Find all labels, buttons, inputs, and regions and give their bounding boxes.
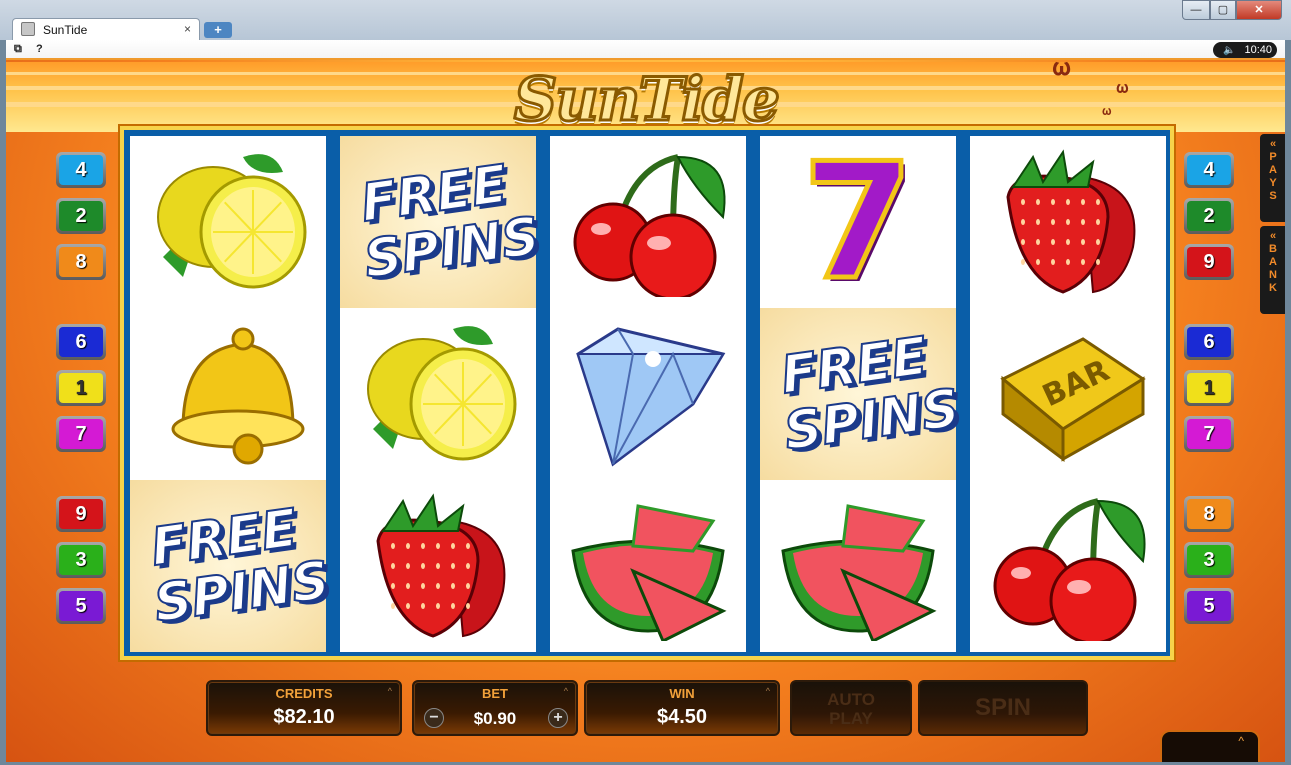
cherry-symbol [550, 136, 746, 308]
credits-panel[interactable]: CREDITS ^ $82.10 [206, 680, 402, 736]
browser-chrome: SunTide × + — ▢ ✕ [0, 0, 1291, 40]
win-value: $4.50 [656, 706, 708, 728]
menu-icon[interactable]: ⧉ [14, 43, 22, 56]
app-favicon-icon [21, 22, 35, 36]
payline-number: 3 [59, 545, 103, 575]
payline-number: 1 [59, 373, 103, 403]
free-spins-symbol: FREE SPINS [130, 480, 334, 652]
strawberry-symbol [970, 136, 1166, 308]
payline-button[interactable]: 6 [56, 324, 106, 360]
payline-button[interactable]: 4 [56, 152, 106, 188]
free-spins-symbol: FREE SPINS [760, 308, 964, 480]
payline-button[interactable]: 8 [1184, 496, 1234, 532]
free-spins-symbol: FREE SPINS [340, 136, 544, 308]
bank-tab[interactable]: « B A N K [1260, 226, 1285, 314]
payline-button[interactable]: 9 [1184, 244, 1234, 280]
credits-label: CREDITS [275, 686, 333, 701]
bar-symbol: BAR [970, 308, 1166, 480]
payline-number: 7 [59, 419, 103, 449]
payline-button[interactable]: 2 [56, 198, 106, 234]
payline-number: 6 [59, 327, 103, 357]
diamond-symbol [550, 308, 746, 480]
reel: 7 FREE SPINS [760, 128, 964, 652]
watermelon-symbol [550, 480, 746, 652]
payline-button[interactable]: 4 [1184, 152, 1234, 188]
clock-time: 10:40 [1244, 44, 1273, 56]
browser-tab[interactable]: SunTide × [12, 18, 200, 40]
payline-number: 1 [1187, 373, 1231, 403]
pays-tab-label: « P A Y S [1269, 138, 1277, 202]
chevron-up-icon[interactable]: ^ [388, 686, 392, 696]
payline-number: 9 [1187, 247, 1231, 277]
payline-button[interactable]: 2 [1184, 198, 1234, 234]
help-icon[interactable]: ? [36, 43, 43, 55]
payline-button[interactable]: 7 [1184, 416, 1234, 452]
autoplay-button[interactable]: AUTO PLAY [790, 680, 912, 736]
chevron-up-icon[interactable]: ^ [766, 686, 770, 696]
payline-button[interactable]: 8 [56, 244, 106, 280]
credits-value: $82.10 [273, 706, 335, 728]
bird-icon: 𝛚 [1052, 54, 1072, 81]
payline-number: 5 [1187, 591, 1231, 621]
payline-number: 9 [59, 499, 103, 529]
tab-close-icon[interactable]: × [184, 22, 191, 36]
payline-button[interactable]: 3 [56, 542, 106, 578]
payline-button[interactable]: 6 [1184, 324, 1234, 360]
payline-number: 3 [1187, 545, 1231, 575]
speaker-icon[interactable]: 🔈 [1223, 45, 1235, 56]
reel: FREE SPINS [130, 136, 334, 652]
watermelon-symbol [760, 480, 956, 652]
new-tab-button[interactable]: + [204, 22, 232, 38]
win-label: WIN [669, 686, 695, 701]
payline-number: 4 [59, 155, 103, 185]
cherry-symbol [970, 480, 1166, 652]
seven-symbol: 7 [800, 128, 916, 315]
lemon-symbol [130, 136, 326, 308]
win-panel: WIN ^ $4.50 [584, 680, 780, 736]
game-top-bar: ⧉ ? 🔈 10:40 [6, 40, 1285, 60]
clock-badge: 🔈 10:40 [1213, 42, 1277, 58]
bet-plus-button[interactable]: + [548, 708, 568, 728]
payline-button[interactable]: 7 [56, 416, 106, 452]
reel: BAR [970, 136, 1166, 652]
payline-number: 5 [59, 591, 103, 621]
maximize-button[interactable]: ▢ [1210, 0, 1236, 20]
bell-symbol [130, 308, 326, 480]
pays-tab[interactable]: « P A Y S [1260, 134, 1285, 222]
lemon-symbol [340, 308, 536, 480]
reel [550, 136, 746, 652]
bird-icon: 𝛚 [1102, 104, 1112, 118]
payline-button[interactable]: 3 [1184, 542, 1234, 578]
payline-button[interactable]: 1 [1184, 370, 1234, 406]
payline-number: 2 [1187, 201, 1231, 231]
close-window-button[interactable]: ✕ [1236, 0, 1282, 20]
payline-button[interactable]: 5 [56, 588, 106, 624]
chevron-up-icon: ^ [1238, 734, 1244, 748]
payline-number: 4 [1187, 155, 1231, 185]
reel-frame: FREE SPINS FREE SPINS 7 FREE SPINS BAR [120, 126, 1174, 660]
payline-number: 8 [1187, 499, 1231, 529]
payline-button[interactable]: 5 [1184, 588, 1234, 624]
strawberry-symbol [340, 480, 536, 652]
game-area: ⧉ ? 🔈 10:40 𝛚 𝛚 𝛚 SunTide 428617935 4296… [6, 40, 1285, 762]
bet-label: BET [482, 686, 508, 701]
bank-tab-label: « B A N K [1269, 230, 1277, 294]
payline-number: 8 [59, 247, 103, 277]
payline-number: 7 [1187, 419, 1231, 449]
minimize-button[interactable]: — [1182, 0, 1210, 20]
payline-button[interactable]: 1 [56, 370, 106, 406]
bet-panel: BET ^ − $0.90 + [412, 680, 578, 736]
spin-button[interactable]: SPIN [918, 680, 1088, 736]
bird-icon: 𝛚 [1116, 80, 1129, 97]
tab-title: SunTide [43, 23, 88, 37]
reel: FREE SPINS [340, 136, 544, 652]
chevron-up-icon[interactable]: ^ [564, 686, 568, 696]
payline-number: 6 [1187, 327, 1231, 357]
payline-number: 2 [59, 201, 103, 231]
expand-tray[interactable]: ^ [1160, 730, 1260, 762]
payline-button[interactable]: 9 [56, 496, 106, 532]
